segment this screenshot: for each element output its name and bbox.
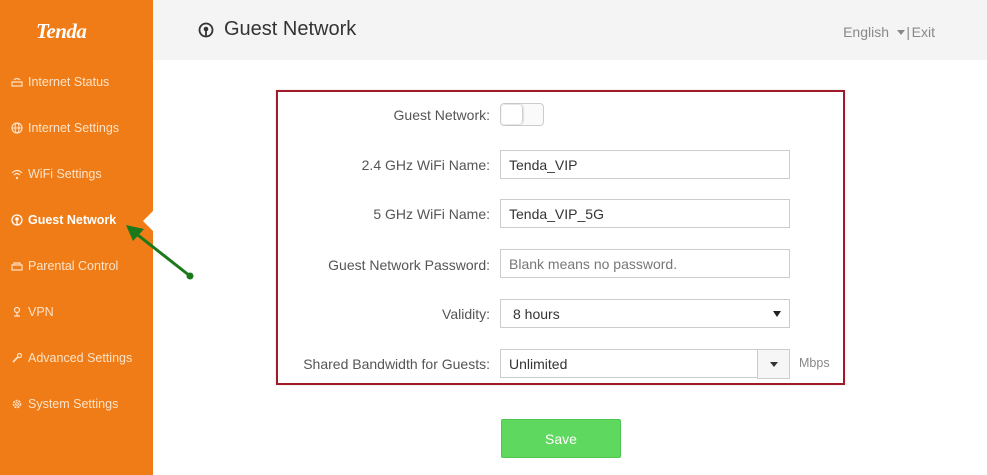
sidebar-item-wifi-settings[interactable]: WiFi Settings bbox=[10, 164, 102, 184]
chevron-down-icon bbox=[773, 311, 781, 317]
validity-value: 8 hours bbox=[513, 305, 560, 322]
globe-icon bbox=[10, 121, 24, 135]
bandwidth-dropdown-button[interactable] bbox=[757, 349, 790, 379]
parental-icon bbox=[10, 259, 24, 273]
bandwidth-label: Shared Bandwidth for Guests: bbox=[303, 356, 490, 372]
exit-link[interactable]: Exit bbox=[912, 24, 935, 40]
wifi24-label: 2.4 GHz WiFi Name: bbox=[361, 157, 490, 173]
tenda-logo: Tenda bbox=[36, 19, 87, 43]
chevron-down-icon bbox=[770, 362, 778, 367]
header-separator: | bbox=[906, 24, 910, 40]
wrench-icon bbox=[10, 351, 24, 365]
toggle-knob bbox=[502, 105, 522, 124]
password-input[interactable]: Blank means no password. bbox=[500, 249, 790, 278]
language-label: English bbox=[843, 24, 889, 40]
save-button[interactable]: Save bbox=[501, 419, 621, 458]
guest-network-toggle[interactable] bbox=[500, 103, 544, 126]
sidebar-item-label: Advanced Settings bbox=[28, 351, 133, 365]
password-label: Guest Network Password: bbox=[328, 257, 490, 273]
validity-select[interactable]: 8 hours bbox=[500, 299, 790, 328]
annotation-arrow-icon bbox=[126, 225, 194, 280]
router-icon bbox=[10, 75, 24, 89]
sidebar-item-internet-settings[interactable]: Internet Settings bbox=[10, 118, 119, 138]
sidebar-item-label: Internet Status bbox=[28, 75, 110, 89]
sidebar-item-label: VPN bbox=[28, 305, 54, 319]
bandwidth-input[interactable]: Unlimited bbox=[500, 349, 758, 378]
gear-icon bbox=[10, 397, 24, 411]
page-title: Guest Network bbox=[224, 18, 357, 40]
guest-network-label: Guest Network: bbox=[393, 107, 490, 123]
wifi5-label: 5 GHz WiFi Name: bbox=[373, 206, 490, 222]
sidebar-item-label: Guest Network bbox=[28, 213, 117, 227]
sidebar-item-internet-status[interactable]: Internet Status bbox=[10, 72, 109, 92]
chevron-down-icon bbox=[897, 29, 905, 35]
language-selector[interactable]: English bbox=[843, 24, 905, 40]
wifi-icon bbox=[10, 167, 24, 181]
wifi24-name-input[interactable]: Tenda_VIP bbox=[500, 150, 790, 179]
vpn-icon bbox=[10, 305, 24, 319]
sidebar-item-label: System Settings bbox=[28, 397, 119, 411]
wifi5-name-input[interactable]: Tenda_VIP_5G bbox=[500, 199, 790, 228]
sidebar-item-label: Internet Settings bbox=[28, 121, 120, 135]
sidebar-item-system-settings[interactable]: System Settings bbox=[10, 394, 118, 414]
sidebar-item-guest-network[interactable]: Guest Network bbox=[10, 210, 116, 230]
sidebar-item-parental-control[interactable]: Parental Control bbox=[10, 256, 118, 276]
guest-network-icon bbox=[198, 22, 214, 43]
guest-network-form-highlight bbox=[276, 90, 845, 385]
sidebar-item-advanced-settings[interactable]: Advanced Settings bbox=[10, 348, 132, 368]
guest-network-icon bbox=[10, 213, 24, 227]
sidebar-item-label: WiFi Settings bbox=[28, 167, 102, 181]
sidebar-item-vpn[interactable]: VPN bbox=[10, 302, 54, 322]
validity-label: Validity: bbox=[442, 306, 490, 322]
sidebar-item-label: Parental Control bbox=[28, 259, 119, 273]
bandwidth-unit: Mbps bbox=[799, 356, 830, 370]
header-bar: Guest Network English | Exit bbox=[153, 0, 987, 60]
